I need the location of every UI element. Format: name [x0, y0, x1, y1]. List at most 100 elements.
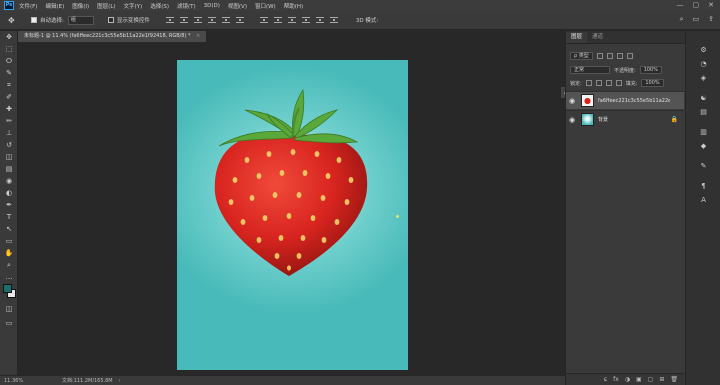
menu-image[interactable]: 图像(I): [72, 2, 89, 10]
menu-help[interactable]: 帮助(H): [284, 2, 303, 10]
trash-icon[interactable]: 🗑: [670, 376, 678, 383]
menu-type[interactable]: 文字(Y): [124, 2, 143, 10]
filter-type-icon[interactable]: [616, 53, 623, 59]
auto-select-checkbox[interactable]: [31, 17, 37, 23]
tab-channels[interactable]: 通道: [587, 32, 608, 43]
artboard[interactable]: [177, 60, 408, 370]
filter-adjust-icon[interactable]: [606, 53, 613, 59]
search-icon[interactable]: ⌕: [680, 15, 684, 24]
fx-icon[interactable]: fx: [613, 376, 619, 383]
adjustment-icon[interactable]: ▣: [636, 376, 642, 383]
menu-3d[interactable]: 3D(D): [204, 3, 220, 9]
blur-icon[interactable]: ◉: [0, 175, 18, 187]
quick-select-icon[interactable]: ✎: [0, 67, 18, 79]
type-icon[interactable]: T: [0, 211, 18, 223]
shape-icon[interactable]: ▭: [0, 235, 18, 247]
minimize-icon[interactable]: —: [677, 1, 684, 9]
distribute-vcenter-icon[interactable]: [273, 17, 282, 23]
character-icon[interactable]: A: [698, 195, 709, 205]
gradient-icon[interactable]: ▤: [0, 163, 18, 175]
fill-field[interactable]: 100%: [641, 79, 664, 87]
align-hcenter-icon[interactable]: [221, 17, 230, 23]
group-icon[interactable]: ▢: [648, 376, 654, 383]
healing-icon[interactable]: ✚: [0, 103, 18, 115]
layer-kind-filter[interactable]: ρ 类型: [570, 52, 593, 60]
menu-layer[interactable]: 图层(L): [97, 2, 115, 10]
zoom-level[interactable]: 11.36%: [4, 378, 48, 384]
document-tab-title: 未标题-1 @ 11.4% (fa6ffeec221c3c55e5b11a22e…: [24, 33, 191, 39]
layers-footer: ɕ fx ◑ ▣ ▢ ⊞ 🗑: [566, 373, 684, 385]
crop-icon[interactable]: ⌗: [0, 79, 18, 91]
stamp-icon[interactable]: ⊥: [0, 127, 18, 139]
hand-icon[interactable]: ✋: [0, 247, 18, 259]
paths-icon[interactable]: ◆: [698, 141, 709, 151]
mask-icon[interactable]: ◑: [625, 376, 630, 383]
lock-pixels-icon[interactable]: [595, 80, 602, 86]
visibility-eye-icon[interactable]: ◉: [566, 97, 578, 105]
close-tab-icon[interactable]: ×: [196, 33, 200, 39]
brush-settings-icon[interactable]: ✎: [698, 161, 709, 171]
layer-row[interactable]: ◉ fa6ffeec221c3c55e5b11a22e1f92418: [566, 91, 684, 109]
link-layers-icon[interactable]: ɕ: [604, 376, 607, 383]
distribute-hcenter-icon[interactable]: [315, 17, 324, 23]
lock-transparent-icon[interactable]: [585, 80, 592, 86]
move-tool-preset-icon[interactable]: ✥: [8, 16, 17, 25]
styles-icon[interactable]: ▤: [698, 107, 709, 117]
layer-row[interactable]: ◉ 背景 🔒: [566, 110, 684, 128]
align-right-icon[interactable]: [235, 17, 244, 23]
color-icon[interactable]: ◔: [698, 59, 709, 69]
document-tab[interactable]: 未标题-1 @ 11.4% (fa6ffeec221c3c55e5b11a22e…: [18, 31, 208, 42]
maximize-icon[interactable]: ▢: [693, 1, 700, 9]
more-tools-icon[interactable]: …: [0, 271, 18, 283]
adjustments-icon[interactable]: ☯: [698, 93, 709, 103]
zoom-icon[interactable]: ⌕: [0, 259, 18, 271]
paragraph-icon[interactable]: ¶: [698, 181, 709, 191]
auto-select-dropdown[interactable]: 组: [67, 15, 94, 25]
menu-filter[interactable]: 滤镜(T): [177, 2, 196, 10]
menu-select[interactable]: 选择(S): [150, 2, 169, 10]
filter-pixel-icon[interactable]: [596, 53, 603, 59]
status-menu-icon[interactable]: ›: [119, 378, 121, 384]
distribute-top-icon[interactable]: [259, 17, 268, 23]
foreground-color-swatch[interactable]: [3, 284, 12, 293]
move-icon[interactable]: ✥: [0, 31, 18, 43]
visibility-eye-icon[interactable]: ◉: [566, 116, 578, 124]
menu-edit[interactable]: 编辑(E): [45, 2, 64, 10]
quick-mask-icon[interactable]: ◫: [0, 303, 18, 315]
align-vcenter-icon[interactable]: [179, 17, 188, 23]
distribute-right-icon[interactable]: [329, 17, 338, 23]
share-icon[interactable]: ⇪: [708, 15, 714, 24]
tab-layers[interactable]: 图层: [566, 32, 588, 43]
new-layer-icon[interactable]: ⊞: [659, 376, 664, 383]
pen-icon[interactable]: ✒: [0, 199, 18, 211]
history-brush-icon[interactable]: ↺: [0, 139, 18, 151]
properties-icon[interactable]: ⚙: [698, 45, 709, 55]
filter-shape-icon[interactable]: [626, 53, 633, 59]
align-top-icon[interactable]: [165, 17, 174, 23]
align-bottom-icon[interactable]: [193, 17, 202, 23]
eraser-icon[interactable]: ◫: [0, 151, 18, 163]
screen-mode-icon[interactable]: ▭: [0, 317, 18, 329]
blend-mode-dropdown[interactable]: 正常: [570, 66, 610, 74]
menu-file[interactable]: 文件(F): [19, 2, 37, 10]
distribute-bottom-icon[interactable]: [287, 17, 296, 23]
workspace-icon[interactable]: ▭: [693, 15, 700, 24]
canvas-area[interactable]: A: [18, 42, 572, 375]
channels-icon[interactable]: ▥: [698, 127, 709, 137]
path-select-icon[interactable]: ↖: [0, 223, 18, 235]
dodge-icon[interactable]: ◐: [0, 187, 18, 199]
brush-icon[interactable]: ✏: [0, 115, 18, 127]
lock-position-icon[interactable]: [605, 80, 612, 86]
menu-view[interactable]: 视图(V): [228, 2, 247, 10]
swatches-icon[interactable]: ◈: [698, 73, 709, 83]
eyedropper-icon[interactable]: ✐: [0, 91, 18, 103]
close-icon[interactable]: ✕: [708, 1, 714, 9]
marquee-icon[interactable]: ⬚: [0, 43, 18, 55]
show-transform-checkbox[interactable]: [107, 17, 114, 23]
align-left-icon[interactable]: [207, 17, 216, 23]
distribute-left-icon[interactable]: [301, 17, 310, 23]
lasso-icon[interactable]: ⵔ: [0, 55, 18, 67]
opacity-field[interactable]: 100%: [639, 66, 662, 74]
lock-all-icon[interactable]: [615, 80, 622, 86]
menu-window[interactable]: 窗口(W): [255, 2, 276, 10]
